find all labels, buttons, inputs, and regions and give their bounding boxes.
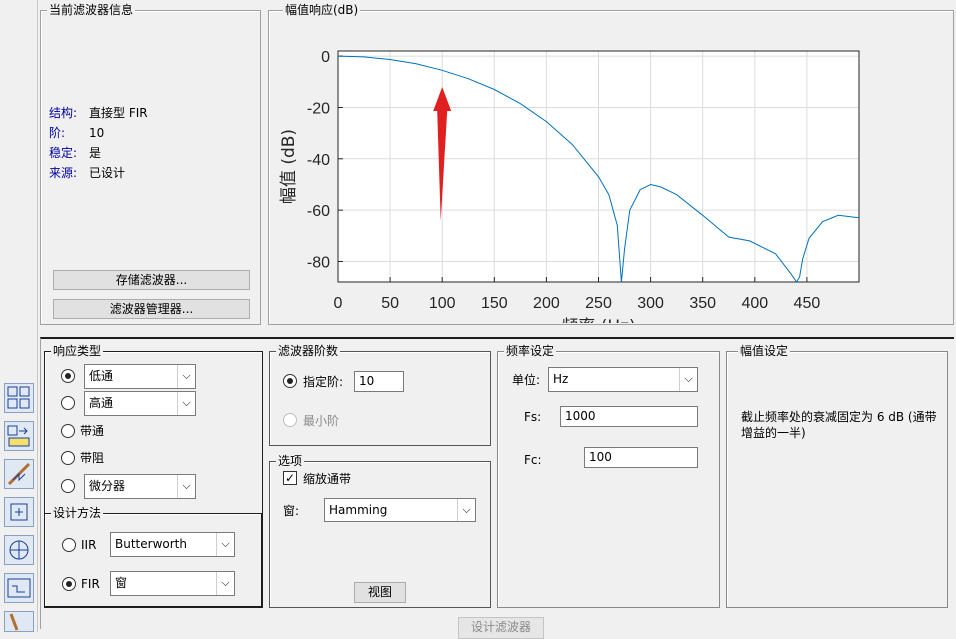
- response-type-select[interactable]: 低通 ⌵: [84, 364, 196, 389]
- structure-value: 直接型 FIR: [89, 106, 148, 120]
- order-label: 阶:: [49, 126, 66, 140]
- response-type-select[interactable]: 高通 ⌵: [84, 391, 196, 416]
- scale-passband-checkbox[interactable]: ✓: [283, 471, 297, 485]
- x-tick-label: 250: [585, 295, 612, 312]
- magnitude-spec-title: 幅值设定: [738, 344, 791, 358]
- units-select[interactable]: Hz ⌵: [548, 367, 698, 392]
- fc-label: Fc:: [524, 453, 542, 467]
- fir-method-value: 窗: [115, 576, 128, 590]
- x-tick-label: 200: [533, 295, 560, 312]
- fir-label: FIR: [81, 577, 100, 591]
- iir-method-select[interactable]: Butterworth ⌵: [110, 532, 235, 557]
- x-tick-label: 450: [794, 295, 821, 312]
- realize-model-tool-icon[interactable]: [4, 573, 34, 603]
- chevron-down-icon: ⌵: [177, 365, 195, 388]
- options-title: 选项: [276, 454, 305, 468]
- design-filter-tool-icon[interactable]: [4, 383, 34, 413]
- y-tick-label: 0: [321, 49, 330, 66]
- transform-filter-tool-icon[interactable]: [4, 497, 34, 527]
- x-tick-label: 150: [481, 295, 508, 312]
- iir-method-value: Butterworth: [115, 537, 187, 551]
- y-axis-label: 幅值 (dB): [279, 129, 299, 204]
- units-value: Hz: [553, 372, 569, 386]
- sidebar-extra-tool-icon[interactable]: [4, 611, 34, 632]
- response-type-label: 带通: [80, 424, 105, 438]
- response-type-radio[interactable]: [61, 479, 75, 493]
- response-type-value: 低通: [89, 369, 114, 383]
- view-button[interactable]: 视图: [354, 582, 406, 603]
- fir-method-select[interactable]: 窗 ⌵: [110, 571, 235, 596]
- response-type-select[interactable]: 微分器 ⌵: [84, 474, 196, 499]
- x-tick-label: 100: [429, 295, 456, 312]
- store-filter-button[interactable]: 存储滤波器...: [53, 270, 250, 290]
- scale-passband-label: 缩放通带: [303, 472, 352, 486]
- filter-order-panel: 滤波器阶数 指定阶: 10 最小阶: [269, 344, 491, 446]
- response-type-radio[interactable]: [61, 369, 75, 383]
- design-method-title: 设计方法: [51, 506, 104, 520]
- multirate-tool-icon[interactable]: [4, 535, 34, 565]
- response-type-radio[interactable]: [61, 451, 75, 465]
- source-value: 已设计: [89, 166, 126, 180]
- specify-order-radio[interactable]: [283, 374, 297, 388]
- import-filter-tool-icon[interactable]: [4, 421, 34, 451]
- response-type-value: 高通: [89, 396, 114, 410]
- y-tick-label: -60: [307, 203, 330, 220]
- chevron-down-icon: ⌵: [216, 533, 234, 556]
- x-tick-label: 50: [381, 295, 399, 312]
- filter-manager-button[interactable]: 滤波器管理器...: [53, 299, 250, 319]
- y-tick-label: -40: [307, 152, 330, 169]
- specify-order-label: 指定阶:: [303, 375, 344, 389]
- chevron-down-icon: ⌵: [177, 392, 195, 415]
- filter-info-title: 当前滤波器信息: [47, 3, 136, 17]
- response-type-title: 响应类型: [51, 344, 104, 358]
- iir-label: IIR: [81, 538, 97, 552]
- stable-value: 是: [89, 146, 102, 160]
- magnitude-spec-panel: 幅值设定 截止频率处的衰减固定为 6 dB (通带增益的一半): [726, 344, 948, 608]
- order-input[interactable]: 10: [354, 371, 404, 392]
- plot-title: 幅值响应(dB): [283, 3, 361, 17]
- window-select[interactable]: Hamming ⌵: [324, 498, 476, 522]
- options-panel: 选项 ✓ 缩放通带 窗: Hamming ⌵ 视图: [269, 454, 491, 608]
- window-value: Hamming: [329, 503, 388, 517]
- window-label: 窗:: [283, 504, 300, 518]
- chevron-down-icon: ⌵: [679, 368, 697, 391]
- minimum-order-label: 最小阶: [303, 414, 340, 428]
- fs-input[interactable]: 1000: [560, 406, 698, 427]
- chevron-down-icon: ⌵: [457, 499, 475, 521]
- y-tick-label: -20: [307, 100, 330, 117]
- minimum-order-radio[interactable]: [283, 413, 297, 427]
- design-filter-button[interactable]: 设计滤波器: [458, 617, 544, 639]
- order-value: 10: [89, 126, 105, 140]
- magnitude-spec-text: 截止频率处的衰减固定为 6 dB (通带增益的一半): [741, 410, 937, 440]
- x-tick-label: 400: [741, 295, 768, 312]
- x-tick-label: 350: [689, 295, 716, 312]
- fs-label: Fs:: [524, 410, 542, 424]
- frequency-spec-panel: 频率设定 单位: Hz ⌵ Fs: 1000 Fc: 100: [497, 344, 720, 608]
- response-type-label: 带阻: [80, 451, 105, 465]
- filter-order-title: 滤波器阶数: [276, 344, 341, 358]
- pole-zero-editor-tool-icon[interactable]: [4, 459, 34, 489]
- stable-label: 稳定:: [49, 146, 78, 160]
- x-tick-label: 0: [334, 295, 343, 312]
- source-label: 来源:: [49, 166, 78, 180]
- iir-radio[interactable]: [62, 538, 76, 552]
- fc-input[interactable]: 100: [584, 447, 698, 468]
- x-axis-label: 频率 (Hz): [561, 317, 635, 323]
- design-method-panel: 设计方法 IIR Butterworth ⌵ FIR 窗 ⌵: [44, 506, 263, 608]
- y-tick-label: -80: [307, 254, 330, 271]
- frequency-spec-title: 频率设定: [504, 344, 557, 358]
- chevron-down-icon: ⌵: [177, 475, 195, 498]
- response-type-value: 微分器: [89, 479, 126, 493]
- magnitude-response-chart[interactable]: 0 50 100 150 200 250 300 350 400 450 0 -20 -40 -60 -80…: [270, 20, 952, 323]
- filter-info-panel: 当前滤波器信息 结构: 直接型 FIR 阶: 10 稳定: 是 来源: 已设计 …: [40, 3, 261, 325]
- response-type-radio[interactable]: [61, 424, 75, 438]
- chevron-down-icon: ⌵: [216, 572, 234, 595]
- response-type-radio[interactable]: [61, 396, 75, 410]
- structure-label: 结构:: [49, 106, 78, 120]
- fir-radio[interactable]: [62, 577, 76, 591]
- units-label: 单位:: [512, 373, 541, 387]
- x-tick-label: 300: [637, 295, 664, 312]
